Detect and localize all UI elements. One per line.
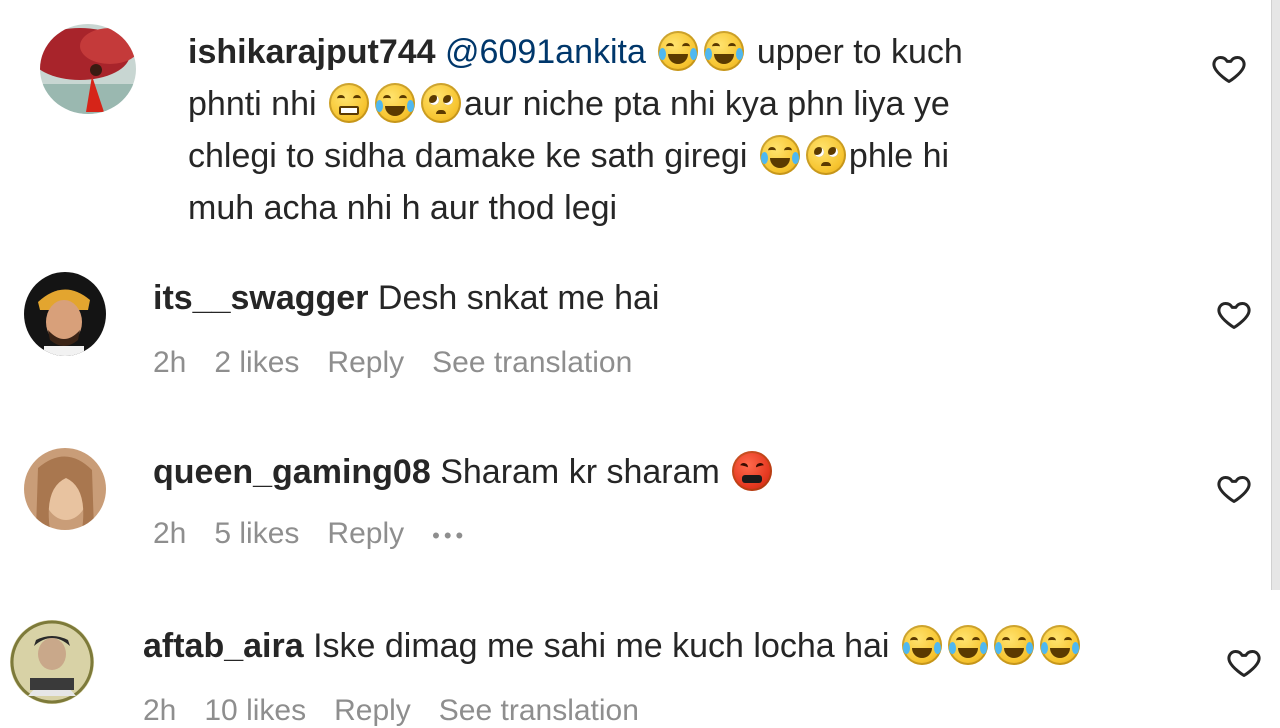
comment-line: chlegi to sidha damake ke sath giregi ph… (188, 130, 1168, 182)
comment-body-text: Sharam kr sharam (440, 453, 720, 491)
laughing-emoji-icon (947, 625, 988, 665)
laughing-emoji-icon (901, 625, 942, 665)
comment-time[interactable]: 2h (153, 346, 186, 380)
comment-body-text: upper to kuch (756, 33, 963, 71)
comment-username[interactable]: its__swagger (153, 279, 368, 317)
comment-meta: 2h 10 likes Reply See translation (143, 694, 667, 728)
comment-line: phnti nhi aur niche pta nhi kya phn liya… (188, 78, 1168, 130)
see-translation-link[interactable]: See translation (432, 346, 632, 380)
heart-icon[interactable] (1210, 50, 1248, 86)
comment-username[interactable]: queen_gaming08 (153, 453, 431, 491)
grimacing-emoji-icon (329, 83, 369, 123)
laughing-emoji-icon (1039, 625, 1080, 665)
comments-panel: { "comments": [ { "username": "ishikaraj… (0, 0, 1280, 727)
see-translation-link[interactable]: See translation (439, 694, 639, 728)
comment-likes[interactable]: 10 likes (204, 694, 306, 728)
comment-username[interactable]: ishikarajput744 (188, 33, 436, 71)
comment-time[interactable]: 2h (153, 517, 186, 551)
angry-emoji-icon (732, 451, 773, 526)
laughing-emoji-icon (375, 83, 415, 123)
comment-meta: 2h 2 likes Reply See translation (153, 346, 660, 380)
comment-likes[interactable]: 2 likes (214, 346, 299, 380)
reply-button[interactable]: Reply (334, 694, 411, 728)
comment-body-text: phle hi (848, 137, 950, 175)
comment-body-text: aur niche pta nhi kya phn liya ye (464, 85, 950, 123)
comment-line: muh acha nhi h aur thod legi (188, 182, 1168, 234)
comment-text: its__swagger Desh snkat me hai (153, 272, 1153, 324)
scrollbar[interactable] (1271, 0, 1280, 590)
reply-button[interactable]: Reply (327, 517, 404, 551)
comment-text: aftab_aira Iske dimag me sahi me kuch lo… (143, 620, 1203, 672)
comment-username[interactable]: aftab_aira (143, 627, 304, 665)
comment-time[interactable]: 2h (143, 694, 176, 728)
comment-body-text: phnti nhi (188, 85, 317, 123)
comment-body-text: Iske dimag me sahi me kuch locha hai (313, 627, 890, 665)
comment-text: queen_gaming08 Sharam kr sharam (153, 446, 1153, 526)
more-options-icon[interactable]: ••• (432, 523, 467, 549)
laughing-emoji-icon (704, 31, 745, 71)
comment-meta: 2h 5 likes Reply ••• (153, 517, 495, 551)
avatar[interactable] (24, 448, 106, 530)
pleading-emoji-icon (805, 135, 846, 175)
comment-likes[interactable]: 5 likes (214, 517, 299, 551)
avatar[interactable] (24, 272, 106, 356)
mention-link[interactable]: @6091ankita (445, 33, 646, 71)
heart-icon[interactable] (1225, 644, 1263, 680)
comment-text: ishikarajput744 @6091ankita upper to kuc… (188, 26, 1168, 234)
laughing-emoji-icon (993, 625, 1034, 665)
avatar[interactable] (10, 620, 94, 704)
reply-button[interactable]: Reply (327, 346, 404, 380)
comment-body-text: chlegi to sidha damake ke sath giregi (188, 137, 748, 175)
comment-line: ishikarajput744 @6091ankita upper to kuc… (188, 26, 1168, 78)
comment-body-text: muh acha nhi h aur thod legi (188, 189, 618, 227)
laughing-emoji-icon (759, 135, 800, 175)
pleading-emoji-icon (421, 83, 461, 123)
comment-body-text: Desh snkat me hai (377, 279, 660, 317)
heart-icon[interactable] (1215, 296, 1253, 332)
heart-icon[interactable] (1215, 470, 1253, 506)
avatar[interactable] (40, 24, 136, 114)
laughing-emoji-icon (658, 31, 699, 71)
